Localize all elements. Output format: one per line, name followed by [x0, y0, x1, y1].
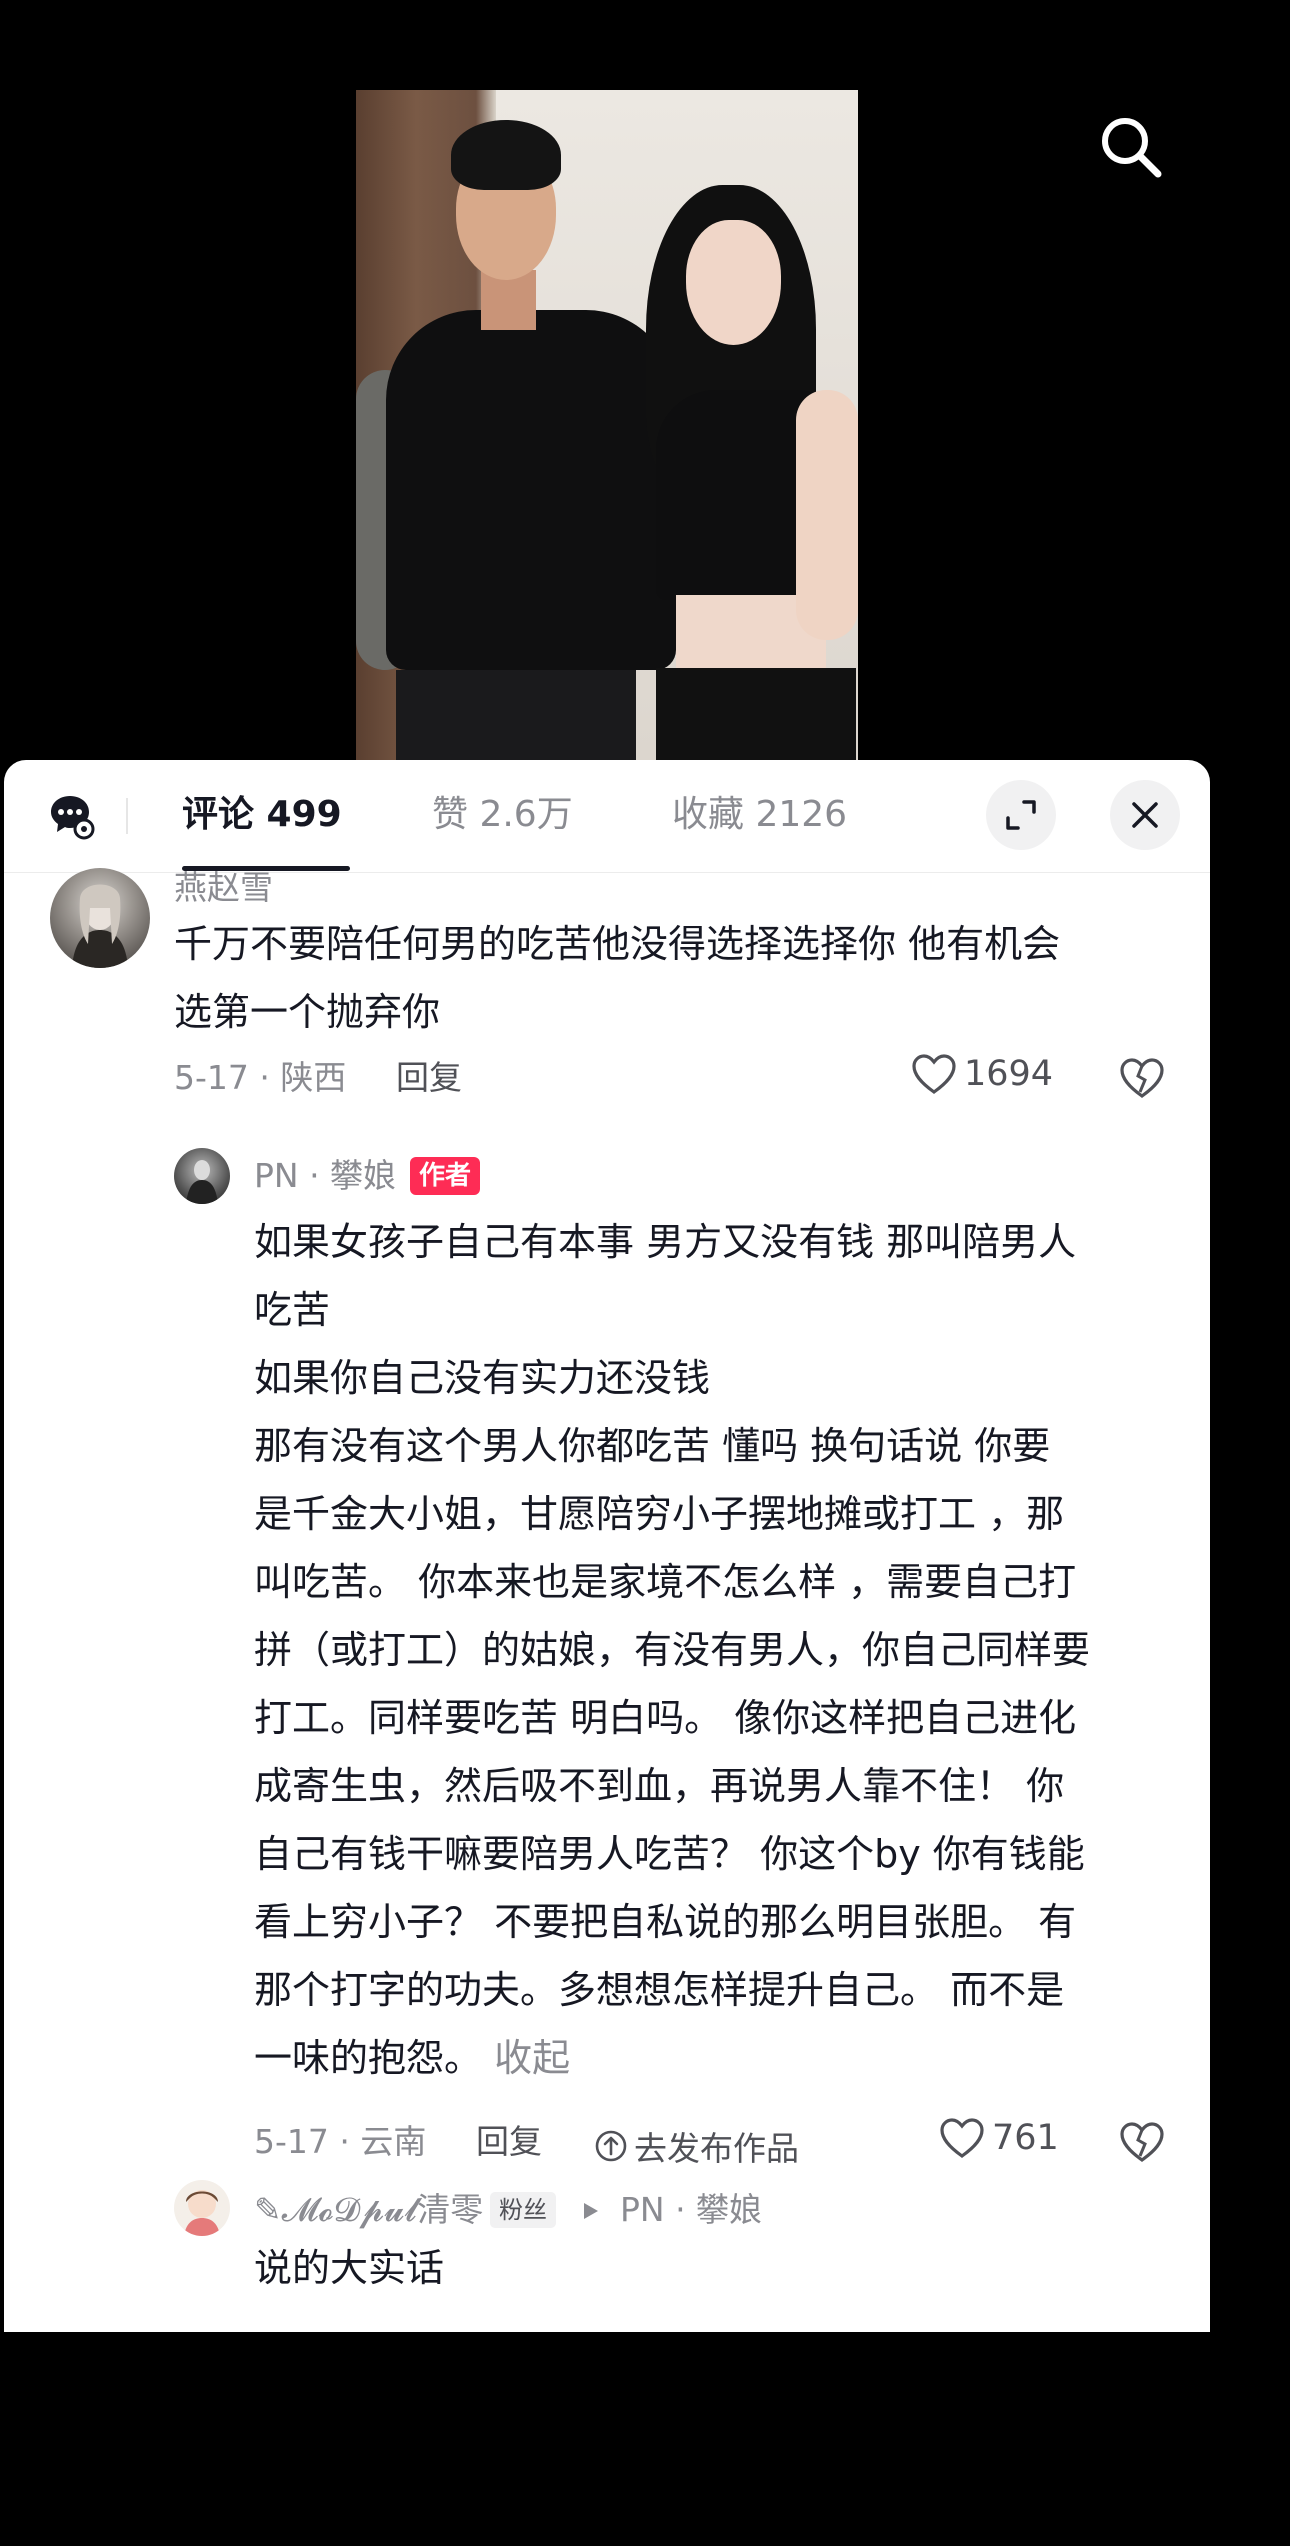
avatar[interactable] — [50, 868, 150, 968]
upload-icon — [595, 2130, 627, 2162]
comment-panel-header: 评论 499 赞 2.6万 收藏 2126 — [4, 760, 1210, 873]
avatar[interactable] — [174, 1148, 230, 1204]
comment-username[interactable]: 燕赵雪 — [174, 866, 273, 910]
like-count: 1694 — [964, 1054, 1054, 1094]
reply-text-line: 看上穷小子？ 不要把自私说的那么明目张胆。 有 — [254, 1900, 1077, 1944]
heart-icon — [912, 1054, 956, 1094]
comment-panel: 评论 499 赞 2.6万 收藏 2126 燕赵雪 千万不要陪任何男的吃苦他没得… — [4, 760, 1210, 2332]
reply-to-username[interactable]: PN · 攀娘 — [620, 2188, 762, 2232]
reply-text-line: 那有没有这个男人你都吃苦 懂吗 换句话说 你要 — [254, 1424, 1051, 1468]
like-count: 761 — [992, 2118, 1059, 2158]
triangle-right-icon — [582, 2201, 600, 2225]
reply-text-last-line: 一味的抱怨。 — [254, 2036, 483, 2080]
reply-text-line: 一味的抱怨。 收起 — [254, 2024, 1194, 2092]
reply-text: 说的大实话 — [254, 2234, 1154, 2302]
reply-username[interactable]: ✎𝓜𝓸𝓓𝓹𝓾𝓵清零 — [254, 2188, 483, 2232]
reply-username[interactable]: PN · 攀娘 — [254, 1154, 396, 1198]
reply-text-line: 自己有钱干嘛要陪男人吃苦？ 你这个by 你有钱能 — [254, 1832, 1085, 1876]
avatar[interactable] — [174, 2180, 230, 2236]
reply-text-line: 那个打字的功夫。多想想怎样提升自己。 而不是 — [254, 1968, 1065, 2012]
video-frame[interactable] — [356, 90, 858, 760]
comment-settings-icon[interactable] — [48, 792, 96, 840]
fan-tag: 粉丝 — [490, 2192, 556, 2228]
reply-text-line: 打工。同样要吃苦 明白吗。 像你这样把自己进化 — [254, 1696, 1077, 1740]
video-figure-woman-face — [686, 220, 781, 345]
reply-text-line: 是千金大小姐，甘愿陪穷小子摆地摊或打工 ，那 — [254, 1492, 1065, 1536]
broken-heart-icon[interactable] — [1118, 2120, 1166, 2168]
comment-text: 千万不要陪任何男的吃苦他没得选择选择你 他有机会 选第一个抛弃你 — [174, 910, 1154, 1046]
author-tag: 作者 — [410, 1157, 481, 1195]
reply-text-line: 拼（或打工）的姑娘，有没有男人，你自己同样要 — [254, 1628, 1091, 1672]
comment-meta: 5-17 · 陕西 — [174, 1058, 347, 1097]
close-icon — [1132, 802, 1158, 828]
like-button[interactable]: 761 — [938, 2116, 1059, 2160]
reply-text-line: 吃苦 — [254, 1288, 331, 1332]
reply-text-line: 成寄生虫，然后吸不到血，再说男人靠不住！ 你 — [254, 1764, 1065, 1808]
expand-button[interactable] — [986, 780, 1056, 850]
broken-heart-icon[interactable] — [1118, 1056, 1166, 1104]
comment-text-line: 千万不要陪任何男的吃苦他没得选择选择你 他有机会 — [174, 922, 1061, 966]
reply-text-line: 叫吃苦。 你本来也是家境不怎么样 ，需要自己打 — [254, 1560, 1077, 1604]
tab-likes[interactable]: 赞 2.6万 — [432, 790, 573, 840]
expand-icon — [1006, 800, 1036, 830]
reply-text-line: 如果你自己没有实力还没钱 — [254, 1356, 711, 1400]
reply-button[interactable]: 回复 — [476, 2120, 542, 2164]
tab-comments[interactable]: 评论 499 — [182, 790, 342, 840]
video-figure-woman-skirt — [656, 668, 856, 760]
header-divider — [126, 798, 128, 834]
close-button[interactable] — [1110, 780, 1180, 850]
tab-favorites[interactable]: 收藏 2126 — [672, 790, 847, 840]
publish-work-button[interactable]: 去发布作品 — [594, 2122, 799, 2170]
reply-button[interactable]: 回复 — [396, 1056, 462, 1100]
reply-meta: 5-17 · 云南 — [254, 2122, 427, 2161]
like-button[interactable]: 1694 — [910, 1052, 1053, 1096]
collapse-button[interactable]: 收起 — [494, 2036, 570, 2080]
comment-text-line: 选第一个抛弃你 — [174, 990, 441, 1034]
video-figure-man — [386, 310, 676, 670]
reply-text-line: 说的大实话 — [254, 2246, 445, 2290]
search-icon[interactable] — [1096, 112, 1166, 182]
reply-text-line: 如果女孩子自己有本事 男方又没有钱 那叫陪男人 — [254, 1220, 1077, 1264]
publish-label: 去发布作品 — [634, 2129, 799, 2168]
video-figure-hair — [451, 120, 561, 190]
heart-icon — [940, 2118, 984, 2158]
reply-text: 如果女孩子自己有本事 男方又没有钱 那叫陪男人 吃苦 如果你自己没有实力还没钱 … — [254, 1208, 1194, 2092]
video-figure-woman-arm — [796, 390, 858, 640]
video-figure-legs — [396, 670, 636, 760]
